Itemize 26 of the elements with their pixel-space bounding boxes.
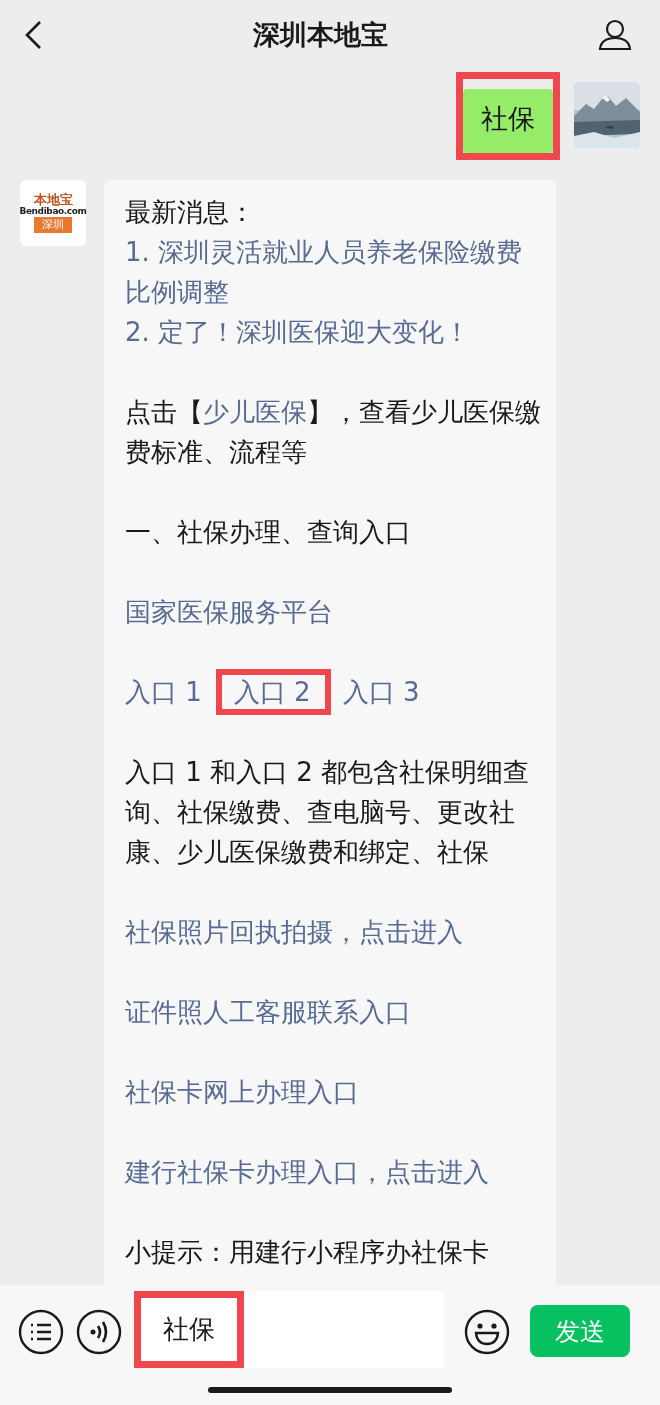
entry-link[interactable]: 入口 2 [215,669,331,715]
message-link[interactable]: 社保照片回执拍摄，点击进入 [125,912,546,952]
message-text: 一、社保办理、查询入口 [125,516,412,549]
message-text: 最新消息： [125,196,256,229]
message-link[interactable]: 证件照人工客服联系入口 [125,992,546,1032]
message-link[interactable]: 建行社保卡办理入口，点击进入 [125,1152,546,1192]
message-text: 小提示：用建行小程序办社保卡 [125,1236,490,1269]
message-link[interactable]: 社保卡网上办理入口 [125,1072,546,1112]
input-field[interactable]: 社保 [134,1291,444,1368]
logo-city-tag: 深圳 [34,217,72,233]
message-link[interactable]: 国家医保服务平台 [125,592,546,632]
window-title: 深圳本地宝 [252,18,388,52]
menu-icon[interactable] [18,1309,64,1355]
message-text: 点击【少儿医保】，查看少儿医保缴费标准、流程等 [125,396,542,469]
back-icon[interactable] [24,20,42,50]
message-link[interactable]: 1. 深圳灵活就业人员养老保险缴费比例调整 [125,232,546,312]
input-text: 社保 [134,1291,244,1368]
voice-icon[interactable] [76,1309,122,1355]
logo-subtitle: Bendibao.com [19,207,87,217]
logo-title: 本地宝 [33,193,73,207]
message-link[interactable]: 少儿医保 [203,397,307,427]
emoji-icon[interactable] [464,1309,510,1355]
message-link[interactable]: 2. 定了！深圳医保迎大变化！ [125,312,546,352]
sent-bubble: 社保 [456,72,560,160]
profile-icon[interactable] [598,19,632,51]
message-text: 入口 1 和入口 2 都包含社保明细查询、社保缴费、查电脑号、更改社康、少儿医保缴费和绑定、社保 [125,756,531,869]
